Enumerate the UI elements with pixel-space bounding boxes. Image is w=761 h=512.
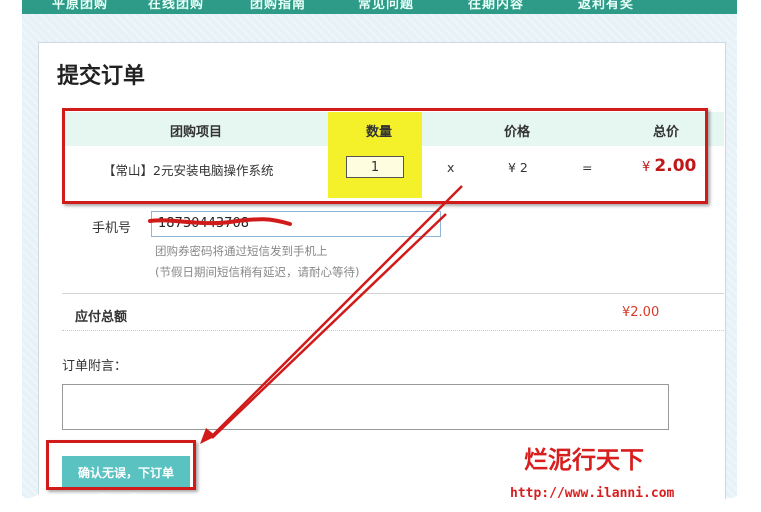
watermark-text: 烂泥行天下 [524, 440, 644, 475]
watermark-url: http://www.ilanni.com [510, 486, 675, 501]
torn-edge [0, 0, 761, 512]
watermark-chars: 烂泥行天下 [524, 445, 644, 474]
